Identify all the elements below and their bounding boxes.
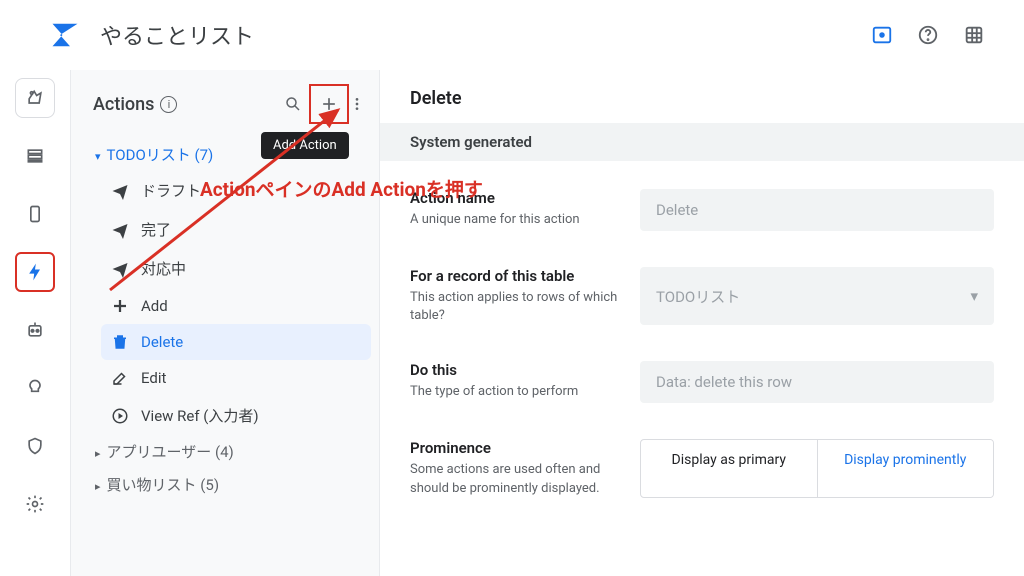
table-select: TODOリスト▾ [640, 267, 994, 325]
field-help: A unique name for this action [410, 211, 620, 229]
action-item-label: Add [141, 297, 168, 315]
detail-title: Delete [380, 70, 1024, 123]
action-item-label: Delete [141, 333, 183, 351]
edit-icon [111, 369, 129, 387]
app-logo [50, 20, 80, 50]
field-label: Prominence [410, 439, 620, 457]
left-rail [0, 70, 70, 576]
action-item[interactable]: View Ref (入力者) [101, 396, 371, 435]
rail-data[interactable] [15, 136, 55, 176]
field-label: Do this [410, 361, 620, 379]
field-label: Action name [410, 189, 620, 207]
plus-icon [111, 297, 129, 315]
preview-button[interactable] [862, 15, 902, 55]
rail-automation[interactable] [15, 310, 55, 350]
prominence-segment: Display as primary Display prominently [640, 439, 994, 497]
action-item-label: Edit [141, 369, 166, 387]
app-title: やることリスト [100, 19, 254, 51]
plane-icon [111, 221, 129, 239]
info-icon[interactable]: i [160, 96, 177, 113]
rail-security[interactable] [15, 426, 55, 466]
rail-actions[interactable] [15, 252, 55, 292]
rail-intelligence[interactable] [15, 368, 55, 408]
add-action-button[interactable]: Add Action [309, 84, 349, 124]
actions-pane: Actions i Add Action TODOリスト (7) ドラフト完了対… [70, 70, 380, 576]
prominence-option-prominent[interactable]: Display prominently [818, 440, 994, 496]
do-this-select: Data: delete this row [640, 361, 994, 403]
group-label: 買い物リスト (5) [107, 474, 220, 495]
grid-button[interactable] [954, 15, 994, 55]
goto-icon [111, 407, 129, 425]
help-button[interactable] [908, 15, 948, 55]
search-icon[interactable] [277, 88, 309, 120]
rail-settings[interactable] [15, 484, 55, 524]
chevron-down-icon: ▾ [970, 287, 978, 305]
chevron-down-icon [95, 146, 101, 164]
action-item[interactable]: Edit [101, 360, 371, 396]
section-header: System generated [380, 123, 1024, 161]
action-item[interactable]: ドラフト [101, 171, 371, 210]
field-help: This action applies to rows of which tab… [410, 289, 620, 325]
chevron-right-icon [95, 443, 101, 461]
chevron-right-icon [95, 476, 101, 494]
rail-views[interactable] [15, 194, 55, 234]
action-item-label: View Ref (入力者) [141, 405, 259, 426]
action-name-input: Delete [640, 189, 994, 231]
prominence-option-primary[interactable]: Display as primary [641, 440, 818, 496]
action-item[interactable]: 対応中 [101, 249, 371, 288]
add-action-tooltip: Add Action [261, 132, 349, 159]
rail-home[interactable] [15, 78, 55, 118]
pane-title: Actions [93, 94, 154, 115]
group-users[interactable]: アプリユーザー (4) [91, 435, 371, 468]
plane-icon [111, 182, 129, 200]
detail-panel: Delete System generated Action name A un… [380, 70, 1024, 576]
field-help: The type of action to perform [410, 383, 620, 401]
field-label: For a record of this table [410, 267, 620, 285]
group-label: TODOリスト (7) [107, 144, 214, 165]
action-item-label: 完了 [141, 219, 171, 240]
action-item[interactable]: Add [101, 288, 371, 324]
action-item-label: 対応中 [141, 258, 186, 279]
group-shopping[interactable]: 買い物リスト (5) [91, 468, 371, 501]
action-item[interactable]: 完了 [101, 210, 371, 249]
action-item[interactable]: Delete [101, 324, 371, 360]
trash-icon [111, 333, 129, 351]
field-help: Some actions are used often and should b… [410, 461, 620, 497]
more-icon[interactable] [349, 88, 365, 120]
plane-icon [111, 260, 129, 278]
group-label: アプリユーザー (4) [107, 441, 234, 462]
action-item-label: ドラフト [141, 180, 201, 201]
